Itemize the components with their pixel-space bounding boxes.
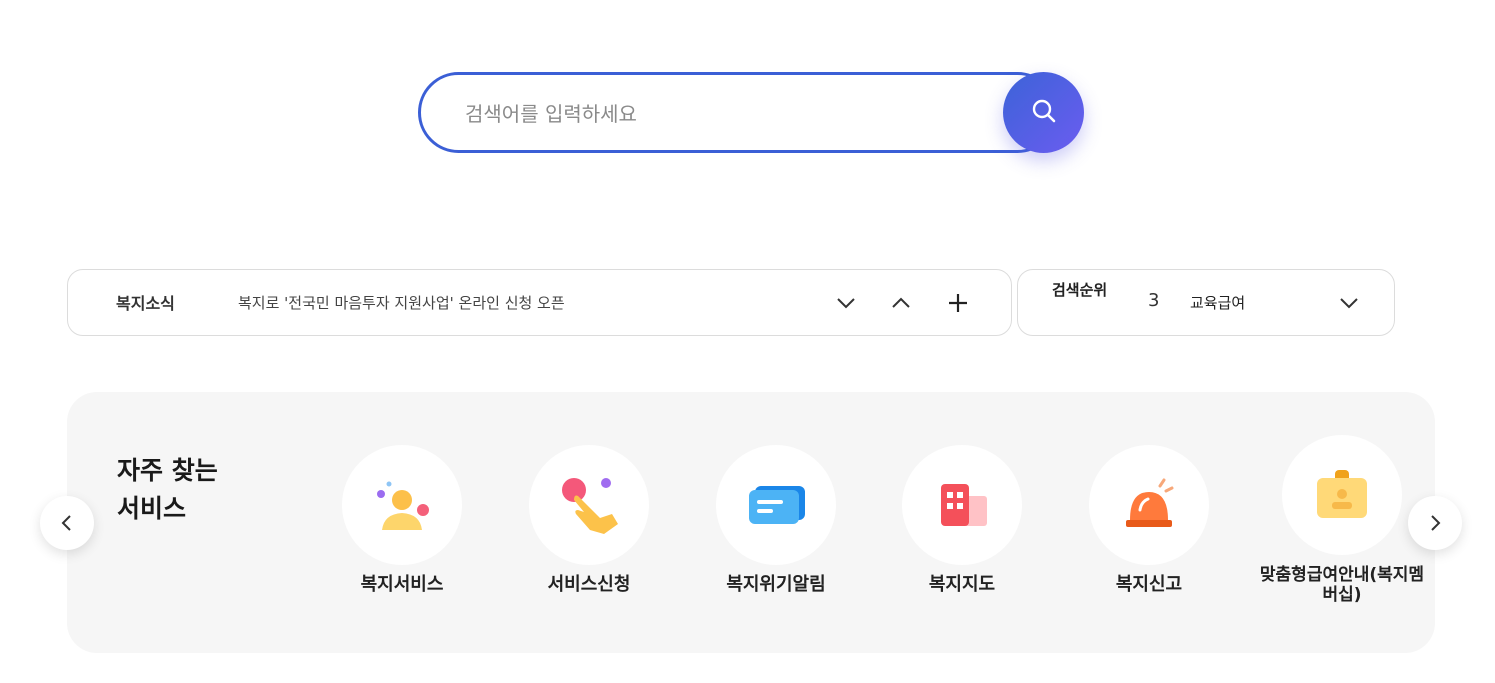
service-icon-circle [1282,435,1402,555]
ranking-keyword[interactable]: 교육급여 [1190,292,1245,313]
search-bar [418,72,1084,153]
search-button[interactable] [1003,72,1084,153]
service-customized-benefit[interactable]: 맞춤형급여안내(복지멤버십) [1260,435,1424,615]
chevron-down-icon [1340,298,1358,309]
siren-icon [1126,478,1174,527]
news-prev-button[interactable] [888,290,914,316]
service-label: 복지신고 [1115,574,1183,595]
service-label: 맞춤형급여안내(복지멤버십) [1259,565,1425,605]
hand-tap-icon [562,478,618,534]
service-icon-circle [529,445,649,565]
service-label: 서비스신청 [547,574,631,595]
service-welfare-report[interactable]: 복지신고 [1074,445,1224,625]
person-icon [377,481,429,530]
service-icon-circle [716,445,836,565]
search-icon [1030,97,1058,129]
ranking-number: 3 [1148,290,1160,311]
services-prev-button[interactable] [40,496,94,550]
plus-icon [949,294,967,312]
services-title: 자주 찾는 서비스 [117,456,218,523]
chevron-up-icon [892,297,910,308]
service-welfare-map[interactable]: 복지지도 [887,445,1037,625]
frequent-services-panel: 자주 찾는 서비스 복지서비스 서비스신청 복지위기알림 복지지도 복지신고 맞… [67,392,1435,653]
chevron-left-icon [61,515,71,531]
services-next-button[interactable] [1408,496,1462,550]
news-headline[interactable]: 복지로 '전국민 마음투자 지원사업' 온라인 신청 오픈 [238,292,565,313]
service-icon-circle [342,445,462,565]
service-apply[interactable]: 서비스신청 [514,445,664,625]
service-crisis-alert[interactable]: 복지위기알림 [701,445,851,625]
ranking-expand-button[interactable] [1336,290,1362,316]
search-ranking: 검색순위 3 교육급여 [1017,269,1395,336]
chevron-right-icon [1431,515,1441,531]
ranking-label: 검색순위 [1052,281,1108,299]
building-icon [941,484,987,526]
news-more-button[interactable] [945,290,971,316]
service-label: 복지지도 [928,574,996,595]
chevron-down-icon [837,298,855,309]
search-input[interactable] [465,97,985,131]
message-icon [749,486,805,524]
news-next-button[interactable] [833,290,859,316]
news-label: 복지소식 [116,294,175,313]
search-box[interactable] [418,72,1058,153]
service-icon-circle [902,445,1022,565]
service-label: 복지위기알림 [726,574,826,595]
id-badge-icon [1317,470,1367,518]
news-ticker: 복지소식 복지로 '전국민 마음투자 지원사업' 온라인 신청 오픈 [67,269,1012,336]
service-icon-circle [1089,445,1209,565]
service-label: 복지서비스 [360,574,444,595]
service-welfare-service[interactable]: 복지서비스 [327,445,477,625]
